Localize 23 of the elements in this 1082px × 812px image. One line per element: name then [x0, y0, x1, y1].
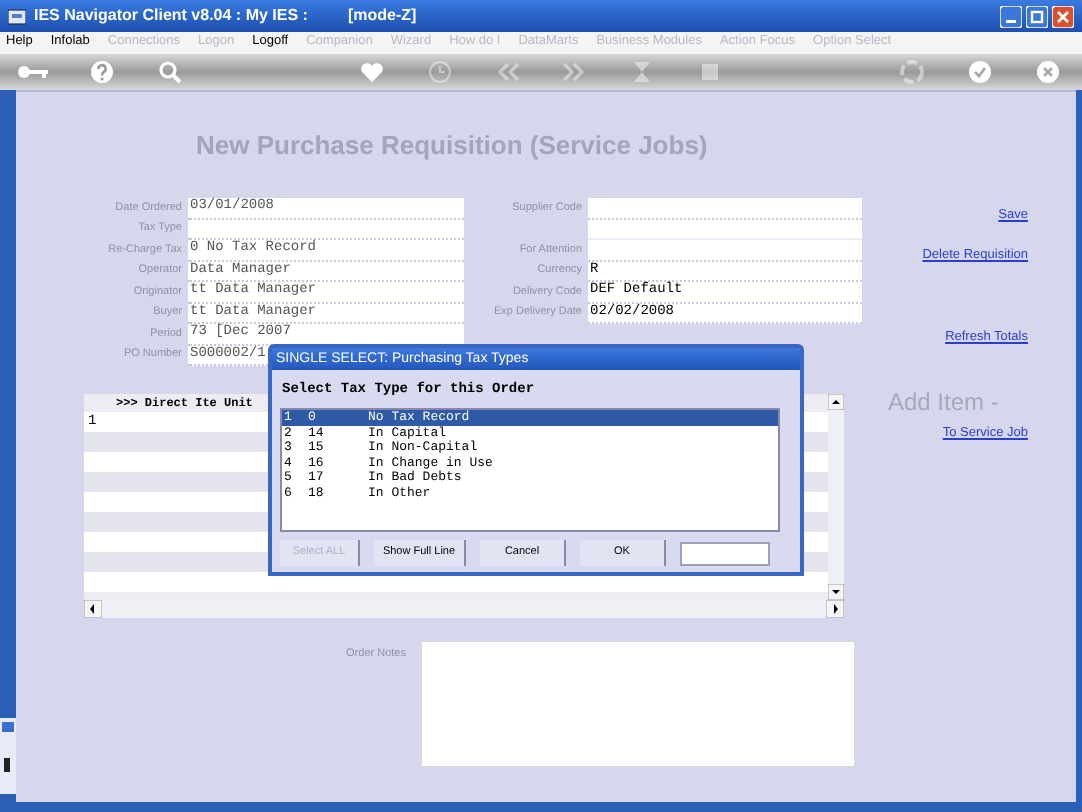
search-icon[interactable] — [157, 60, 182, 84]
window-title: IES Navigator Client v8.04 : My IES : — [34, 4, 308, 28]
close-button[interactable] — [1052, 5, 1074, 27]
help-icon[interactable] — [89, 60, 114, 84]
vertical-scrollbar[interactable] — [828, 394, 844, 600]
notes-field[interactable] — [420, 640, 856, 768]
maximize-button[interactable] — [1026, 5, 1048, 27]
close-icon[interactable] — [1036, 60, 1061, 84]
check-icon[interactable] — [968, 60, 993, 84]
mode-label: [mode-Z] — [347, 4, 417, 28]
minimize-button[interactable] — [1000, 5, 1022, 27]
input-field[interactable] — [588, 198, 862, 219]
heart-icon[interactable] — [359, 60, 384, 84]
input-field[interactable] — [588, 240, 862, 261]
key-icon[interactable] — [15, 60, 52, 84]
input-field[interactable] — [188, 219, 464, 240]
input-field[interactable] — [680, 541, 770, 565]
side-panel-icon[interactable] — [0, 718, 16, 794]
app-icon — [8, 7, 26, 25]
scroll-down-icon[interactable] — [828, 584, 844, 600]
scroll-right-icon[interactable] — [826, 600, 844, 618]
scroll-up-icon[interactable] — [828, 394, 844, 410]
scroll-left-icon[interactable] — [84, 600, 102, 618]
